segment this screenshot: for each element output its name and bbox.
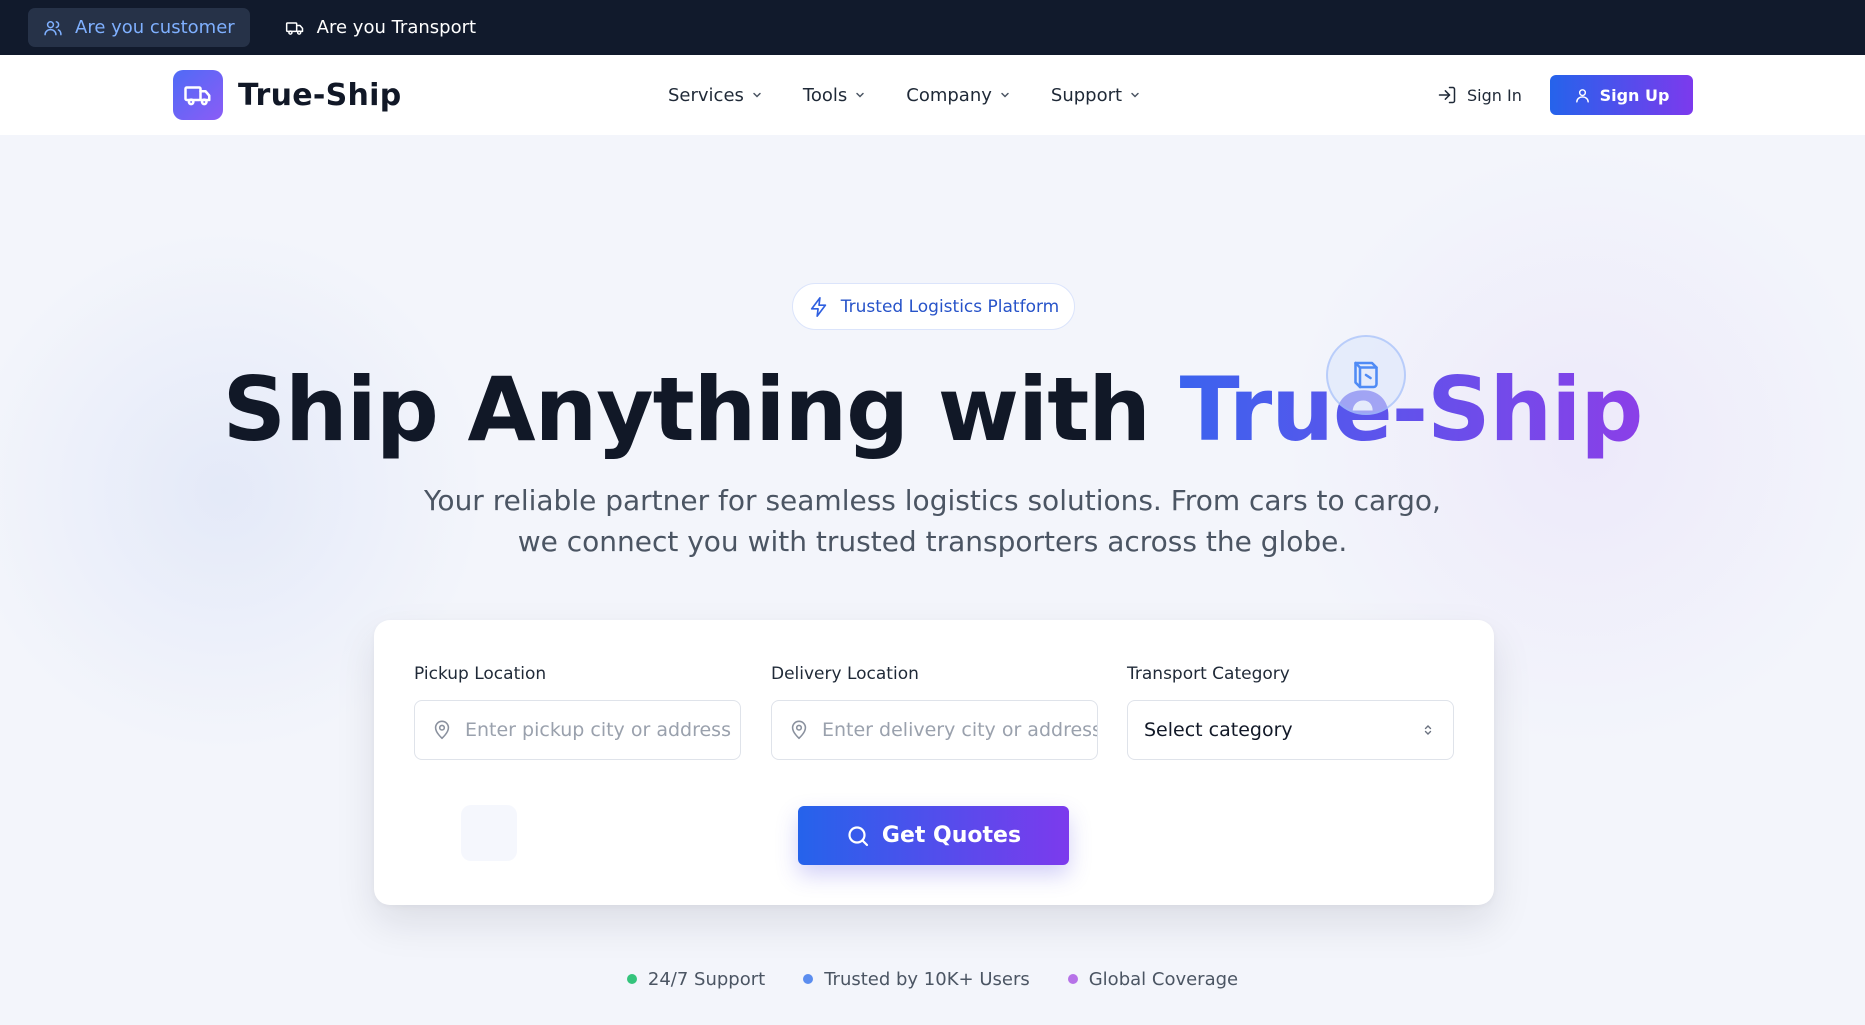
get-quotes-label: Get Quotes: [881, 823, 1022, 848]
sign-up-button[interactable]: Sign Up: [1550, 75, 1693, 115]
nav-item-label: Company: [906, 84, 992, 106]
feature-support: 24/7 Support: [626, 968, 766, 990]
nav-item-label: Services: [668, 84, 744, 106]
category-select[interactable]: Select category: [1127, 700, 1454, 760]
floating-package-icon: [1326, 335, 1406, 415]
decorative-square: [461, 805, 517, 861]
role-tab-customer[interactable]: Are you customer: [28, 8, 250, 47]
pickup-input-box[interactable]: [414, 700, 741, 760]
subtitle-line: Your reliable partner for seamless logis…: [424, 484, 1441, 517]
chevron-down-icon: [856, 92, 864, 98]
nav-item-label: Support: [1050, 84, 1123, 106]
get-quotes-button[interactable]: Get Quotes: [798, 806, 1069, 865]
category-field-group: Transport Category Select category: [1127, 662, 1454, 760]
delivery-input-box[interactable]: [771, 700, 1098, 760]
nav-item-support[interactable]: Support: [1051, 85, 1141, 106]
truck-icon: [184, 86, 211, 106]
brand-logo: [173, 70, 223, 120]
nav-item-services[interactable]: Services: [668, 85, 763, 106]
status-dot: [1067, 974, 1078, 984]
subtitle-line: we connect you with trusted transporters…: [517, 525, 1348, 558]
hero-headline: Ship Anything with True-Ship: [0, 355, 1865, 465]
users-icon: [44, 20, 62, 35]
package-icon: [1354, 361, 1378, 389]
badge-label: Trusted Logistics Platform: [840, 296, 1060, 317]
feature-trusted-users: Trusted by 10K+ Users: [803, 969, 1030, 990]
brand-home-link[interactable]: True-Ship: [173, 70, 402, 120]
lightning-icon: [810, 296, 827, 317]
pickup-field-group: Pickup Location: [414, 662, 741, 760]
chevron-down-icon: [753, 92, 761, 98]
search-icon: [848, 825, 869, 846]
category-selected-value: Select category: [1144, 719, 1293, 741]
nav-item-company[interactable]: Company: [906, 85, 1011, 106]
sign-in-label: Sign In: [1467, 85, 1522, 105]
feature-label: Global Coverage: [1088, 968, 1239, 990]
feature-global-coverage: Global Coverage: [1067, 968, 1239, 990]
user-icon: [1575, 88, 1589, 103]
sign-in-icon: [1438, 86, 1456, 104]
role-tab-transport[interactable]: Are you Transport: [270, 8, 491, 47]
headline-prefix: Ship Anything with: [222, 358, 1151, 461]
role-tab-label: Are you customer: [75, 17, 235, 38]
category-label: Transport Category: [1127, 664, 1290, 684]
status-dot: [626, 974, 637, 984]
headline-highlight: True-Ship: [1179, 358, 1644, 461]
trusted-badge: Trusted Logistics Platform: [792, 283, 1075, 330]
chevron-up-down-icon: [1424, 725, 1432, 735]
main-navbar: True-Ship Services Tools Company Support…: [0, 55, 1865, 135]
hero-subtitle: Your reliable partner for seamless logis…: [0, 480, 1865, 562]
chevron-down-icon: [1001, 92, 1009, 98]
trust-features: 24/7 Support Trusted by 10K+ Users Globa…: [0, 966, 1865, 992]
role-switch-bar: Are you customer Are you Transport: [0, 0, 1865, 55]
sign-in-link[interactable]: Sign In: [1437, 80, 1522, 110]
sign-up-label: Sign Up: [1599, 85, 1670, 105]
nav-item-tools[interactable]: Tools: [803, 85, 866, 106]
feature-label: 24/7 Support: [647, 968, 766, 990]
delivery-field-group: Delivery Location: [771, 662, 1098, 760]
pickup-label: Pickup Location: [414, 664, 547, 684]
status-dot: [803, 974, 814, 984]
chevron-down-icon: [1131, 92, 1139, 98]
delivery-label: Delivery Location: [771, 664, 919, 684]
quote-search-card: Pickup Location Delivery Location Transp…: [374, 620, 1494, 905]
delivery-input[interactable]: [822, 719, 1097, 741]
map-pin-icon: [791, 720, 807, 740]
map-pin-icon: [434, 720, 450, 740]
role-tab-label: Are you Transport: [316, 17, 477, 38]
brand-name: True-Ship: [238, 77, 402, 113]
truck-icon: [285, 21, 303, 35]
pickup-input[interactable]: [465, 719, 740, 741]
nav-item-label: Tools: [802, 84, 848, 106]
feature-label: Trusted by 10K+ Users: [824, 968, 1030, 990]
nav-menu: Services Tools Company Support: [668, 55, 1141, 135]
